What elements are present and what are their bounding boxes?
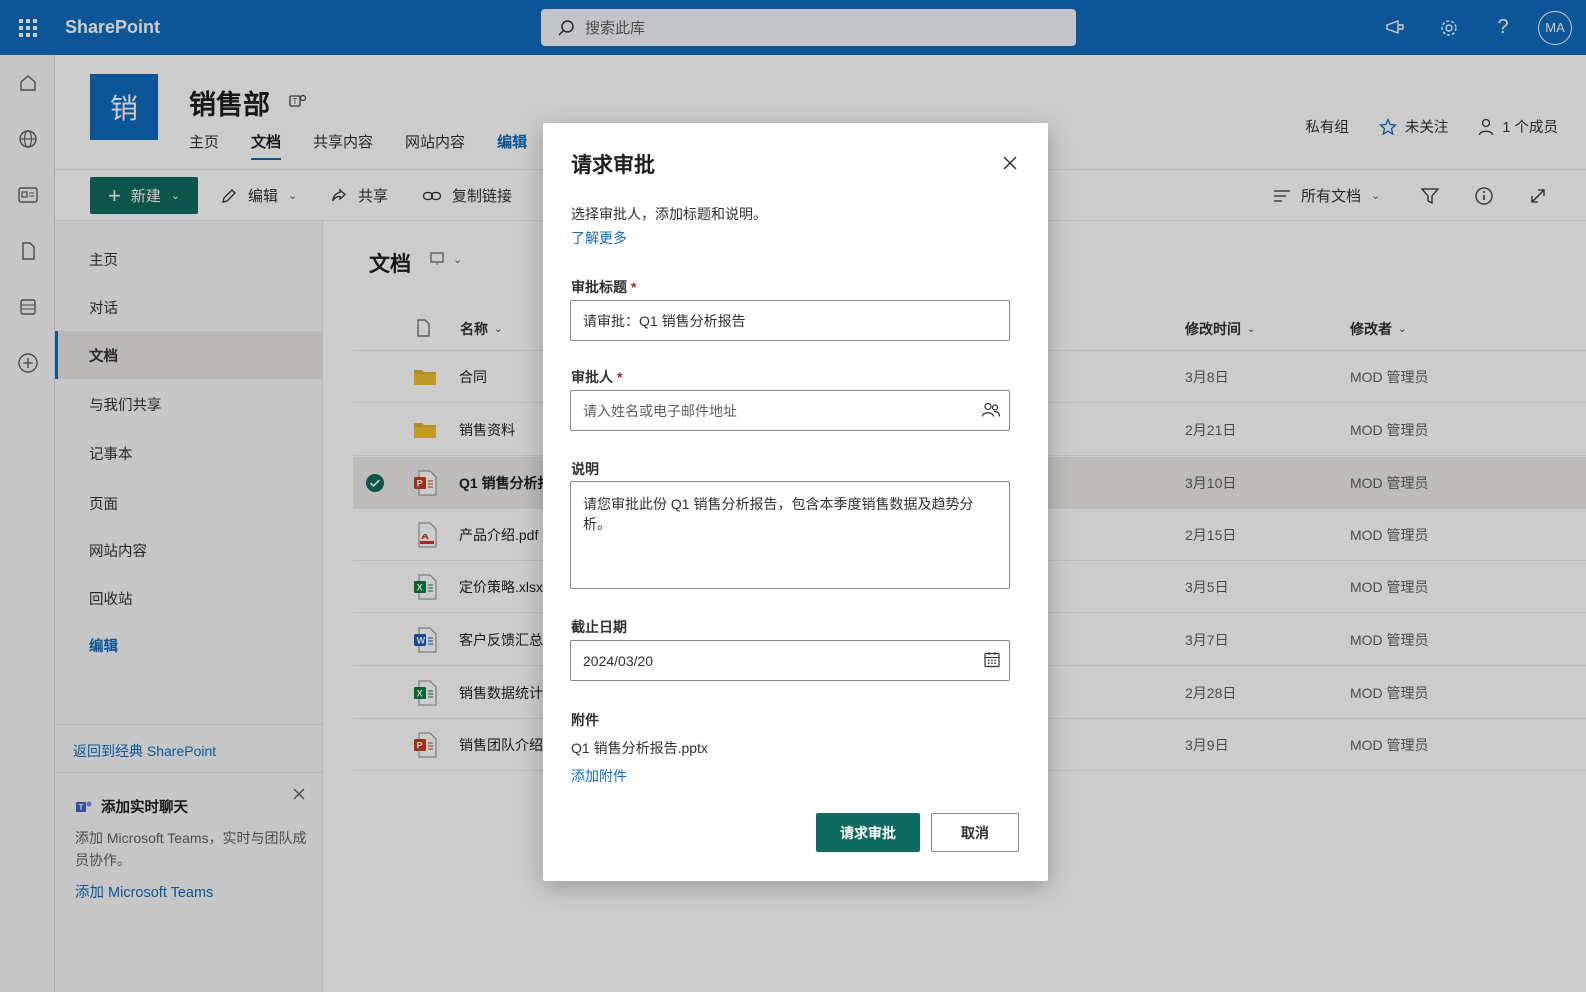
calendar-icon[interactable] bbox=[983, 650, 1001, 671]
people-picker-icon[interactable] bbox=[981, 400, 1001, 421]
approver-input[interactable]: 请入姓名或电子邮件地址 bbox=[570, 390, 1010, 431]
cancel-button[interactable]: 取消 bbox=[931, 813, 1019, 852]
request-approval-button[interactable]: 请求审批 bbox=[816, 813, 920, 852]
approval-title-label: 审批标题 * bbox=[571, 279, 637, 295]
attachments-label: 附件 bbox=[571, 712, 599, 728]
description-textarea[interactable]: 请您审批此份 Q1 销售分析报告，包含本季度销售数据及趋势分析。 bbox=[570, 481, 1010, 589]
due-date-label: 截止日期 bbox=[571, 619, 627, 635]
due-date-value: 2024/03/20 bbox=[583, 652, 654, 669]
request-approval-dialog: 请求审批 选择审批人，添加标题和说明。 了解更多 审批标题 * 请审批：Q1 销售… bbox=[543, 123, 1048, 881]
dialog-title: 请求审批 bbox=[571, 154, 655, 177]
due-date-input[interactable]: 2024/03/20 bbox=[570, 640, 1010, 681]
approver-label: 审批人 * bbox=[571, 369, 623, 385]
approval-title-value: 请审批：Q1 销售分析报告 bbox=[583, 312, 746, 329]
approval-title-input[interactable]: 请审批：Q1 销售分析报告 bbox=[570, 300, 1010, 341]
learn-more-link[interactable]: 了解更多 bbox=[571, 228, 627, 248]
add-attachment-link[interactable]: 添加附件 bbox=[571, 766, 627, 786]
description-label: 说明 bbox=[571, 461, 599, 477]
close-icon bbox=[1003, 156, 1017, 170]
attachment-file-name[interactable]: Q1 销售分析报告.pptx bbox=[571, 738, 708, 758]
approver-placeholder: 请入姓名或电子邮件地址 bbox=[583, 402, 737, 419]
dialog-subtitle: 选择审批人，添加标题和说明。 bbox=[571, 206, 767, 222]
dialog-close-button[interactable] bbox=[998, 151, 1022, 175]
